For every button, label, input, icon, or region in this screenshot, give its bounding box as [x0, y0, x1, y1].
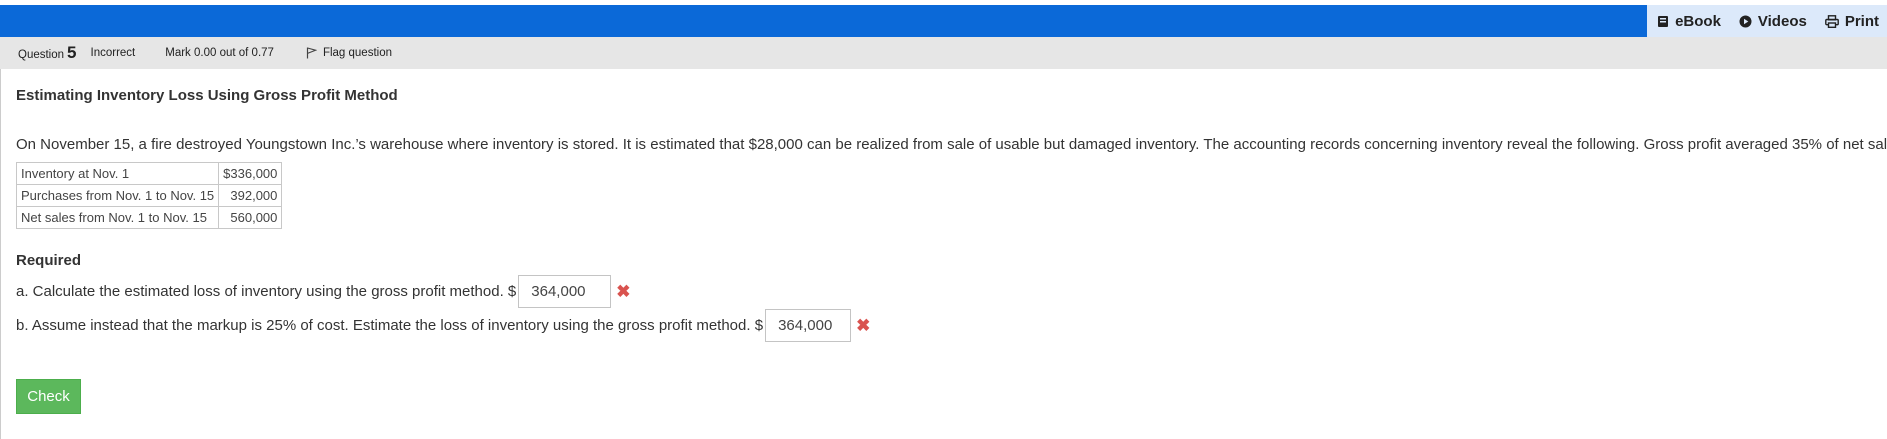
- check-button[interactable]: Check: [16, 379, 81, 414]
- toolbox: eBook Videos Print: [1647, 5, 1887, 37]
- table-row: Net sales from Nov. 1 to Nov. 15 560,000: [15, 206, 283, 229]
- content-left-border: [0, 69, 1, 439]
- required-heading: Required: [16, 252, 82, 269]
- incorrect-icon: ✖: [856, 315, 871, 335]
- table-row: Inventory at Nov. 1 $336,000: [15, 162, 283, 185]
- print-button[interactable]: Print: [1824, 12, 1879, 30]
- part-b-answer-input[interactable]: 364,000: [765, 309, 852, 342]
- question-mark: Mark 0.00 out of 0.77: [165, 47, 274, 59]
- table-cell-value: $336,000: [218, 162, 283, 185]
- table-cell-label: Purchases from Nov. 1 to Nov. 15: [15, 184, 220, 207]
- question-prompt: On November 15, a fire destroyed Youngst…: [16, 136, 1887, 153]
- part-a-line: a. Calculate the estimated loss of inven…: [16, 275, 631, 308]
- table-cell-value: 560,000: [218, 206, 283, 229]
- flag-question-button[interactable]: Flag question: [306, 47, 392, 59]
- printer-icon: [1824, 14, 1839, 28]
- top-bar: eBook Videos Print: [0, 5, 1887, 37]
- part-b-text: b. Assume instead that the markup is 25%…: [16, 317, 764, 334]
- table-row: Purchases from Nov. 1 to Nov. 15 392,000: [15, 184, 283, 207]
- inventory-table: Inventory at Nov. 1 $336,000 Purchases f…: [15, 162, 283, 229]
- play-circle-icon: [1739, 15, 1752, 27]
- question-label: Question: [18, 49, 65, 61]
- videos-button[interactable]: Videos: [1739, 13, 1807, 30]
- question-info-bar: Question 5 Incorrect Mark 0.00 out of 0.…: [0, 37, 1887, 69]
- book-icon: [1658, 15, 1669, 27]
- ebook-label: eBook: [1675, 12, 1721, 30]
- table-cell-value: 392,000: [218, 184, 283, 207]
- ebook-button[interactable]: eBook: [1657, 13, 1721, 30]
- table-cell-label: Net sales from Nov. 1 to Nov. 15: [15, 206, 220, 229]
- table-cell-label: Inventory at Nov. 1: [15, 162, 220, 185]
- question-number-value: 5: [67, 43, 77, 62]
- part-b-line: b. Assume instead that the markup is 25%…: [16, 309, 870, 342]
- incorrect-icon: ✖: [616, 281, 631, 301]
- part-a-answer-input[interactable]: 364,000: [518, 275, 612, 308]
- flag-icon: [306, 47, 317, 59]
- flag-question-label: Flag question: [322, 47, 392, 59]
- question-state: Incorrect: [90, 47, 136, 59]
- question-number: Question 5: [18, 43, 77, 63]
- print-label: Print: [1844, 12, 1879, 30]
- question-title: Estimating Inventory Loss Using Gross Pr…: [16, 87, 398, 104]
- part-a-text: a. Calculate the estimated loss of inven…: [16, 283, 517, 300]
- videos-label: Videos: [1757, 12, 1807, 30]
